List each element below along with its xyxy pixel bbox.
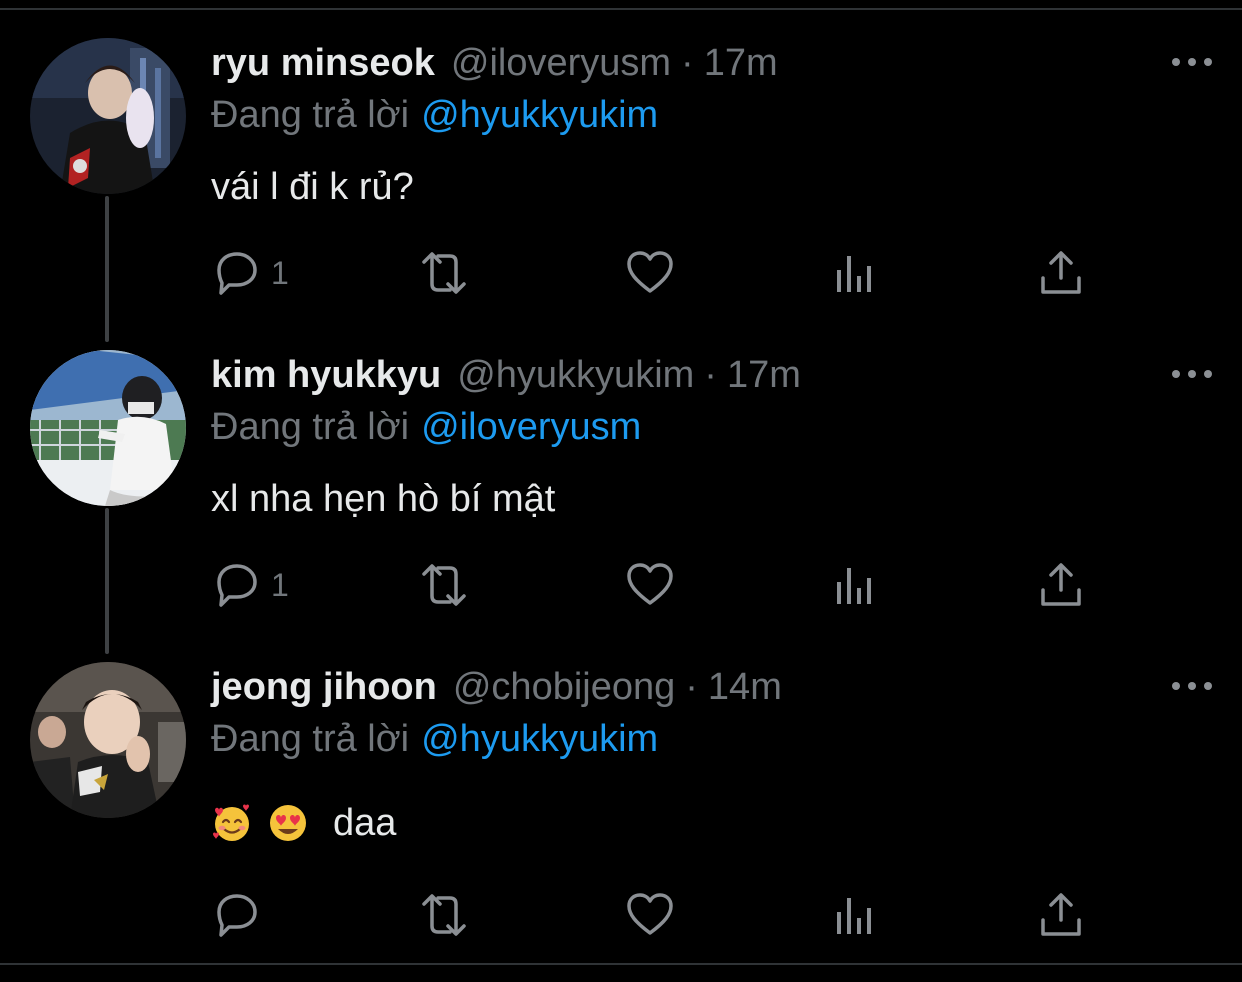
like-button[interactable] xyxy=(625,560,675,610)
replying-to: Đang trả lời @hyukkyukim xyxy=(211,714,658,764)
action-bar: 1 xyxy=(211,248,1091,298)
retweet-button[interactable] xyxy=(416,560,472,610)
more-dots-icon[interactable] xyxy=(1172,676,1212,696)
reply-count: 1 xyxy=(271,254,289,291)
share-button[interactable] xyxy=(1039,560,1083,610)
replying-to-label: Đang trả lời xyxy=(211,406,410,448)
like-button[interactable] xyxy=(625,248,675,298)
like-button[interactable] xyxy=(625,890,675,940)
tweet-header: jeong jihoon @chobijeong · 14m xyxy=(211,662,782,712)
display-name[interactable]: ryu minseok xyxy=(211,38,435,88)
views-button[interactable] xyxy=(833,560,877,610)
separator-dot: · xyxy=(704,354,717,396)
avatar[interactable] xyxy=(30,662,186,818)
reply-button[interactable]: 1 xyxy=(211,248,289,298)
retweet-button[interactable] xyxy=(416,248,472,298)
avatar[interactable] xyxy=(30,350,186,506)
heart-icon xyxy=(627,893,673,935)
tweet-text: xl nha hẹn hò bí mật xyxy=(211,478,556,520)
retweet-icon xyxy=(422,564,466,606)
share-upload-icon xyxy=(1041,251,1081,294)
retweet-icon xyxy=(422,894,466,936)
separator-dot: · xyxy=(685,666,698,708)
share-upload-icon xyxy=(1041,893,1081,936)
more-dots-icon[interactable] xyxy=(1172,364,1212,384)
replying-to-label: Đang trả lời xyxy=(211,718,410,760)
smiling-face-with-hearts-emoji xyxy=(213,804,249,841)
user-handle[interactable]: @hyukkyukim xyxy=(457,350,694,400)
user-handle[interactable]: @iloveryusm xyxy=(451,38,671,88)
views-button[interactable] xyxy=(833,248,877,298)
display-name[interactable]: jeong jihoon xyxy=(211,662,437,712)
tweet-text: daa xyxy=(211,798,396,848)
timestamp[interactable]: 17m xyxy=(704,38,778,88)
analytics-bars-icon xyxy=(837,568,871,604)
more-dots-icon[interactable] xyxy=(1172,52,1212,72)
top-divider xyxy=(0,8,1242,10)
avatar[interactable] xyxy=(30,38,186,194)
reply-bubble-icon xyxy=(217,564,257,607)
reply-bubble-icon xyxy=(217,894,257,937)
reply-target-link[interactable]: @hyukkyukim xyxy=(421,94,658,136)
replying-to-label: Đang trả lời xyxy=(211,94,410,136)
tweet-jeong-jihoon[interactable]: jeong jihoon @chobijeong · 14m Đang trả … xyxy=(0,662,1242,952)
reply-button[interactable]: 1 xyxy=(211,560,289,610)
avatar-image xyxy=(30,662,186,818)
views-button[interactable] xyxy=(833,890,877,940)
tweet-text: vái l đi k rủ? xyxy=(211,166,414,208)
reply-button[interactable] xyxy=(211,890,271,940)
separator-dot: · xyxy=(681,42,694,84)
avatar-image xyxy=(30,350,186,506)
user-handle[interactable]: @chobijeong xyxy=(453,662,675,712)
reply-target-link[interactable]: @hyukkyukim xyxy=(421,718,658,760)
heart-icon xyxy=(627,251,673,293)
analytics-bars-icon xyxy=(837,256,871,292)
timestamp[interactable]: 14m xyxy=(708,662,782,712)
heart-icon xyxy=(627,563,673,605)
share-button[interactable] xyxy=(1039,248,1083,298)
reply-target-link[interactable]: @iloveryusm xyxy=(421,406,641,448)
avatar-image xyxy=(30,38,186,194)
action-bar xyxy=(211,890,1091,940)
heart-eyes-emoji xyxy=(270,805,306,841)
tweet-text-content: daa xyxy=(333,802,397,844)
share-button[interactable] xyxy=(1039,890,1083,940)
retweet-button[interactable] xyxy=(416,890,472,940)
analytics-bars-icon xyxy=(837,898,871,934)
tweet-kim-hyukkyu[interactable]: kim hyukkyu @hyukkyukim · 17m Đang trả l… xyxy=(0,350,1242,620)
action-bar: 1 xyxy=(211,560,1091,610)
share-upload-icon xyxy=(1041,563,1081,606)
replying-to: Đang trả lời @iloveryusm xyxy=(211,402,641,452)
timestamp[interactable]: 17m xyxy=(727,350,801,400)
tweet-ryu-minseok[interactable]: ryu minseok @iloveryusm · 17m Đang trả l… xyxy=(0,38,1242,308)
reply-bubble-icon xyxy=(217,252,257,295)
bottom-divider xyxy=(0,963,1242,965)
tweet-header: ryu minseok @iloveryusm · 17m xyxy=(211,38,778,88)
tweet-header: kim hyukkyu @hyukkyukim · 17m xyxy=(211,350,801,400)
retweet-icon xyxy=(422,252,466,294)
reply-count: 1 xyxy=(271,566,289,603)
replying-to: Đang trả lời @hyukkyukim xyxy=(211,90,658,140)
display-name[interactable]: kim hyukkyu xyxy=(211,350,441,400)
